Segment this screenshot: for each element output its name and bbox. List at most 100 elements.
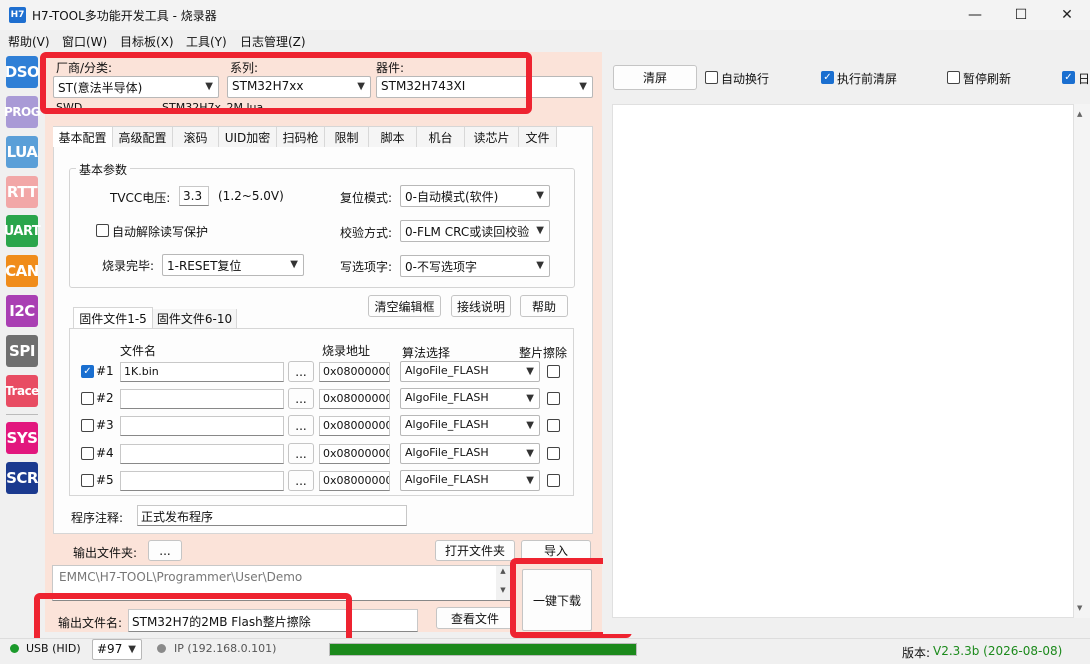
file-algorithm-select[interactable]: AlgoFile_FLASH ▼	[400, 470, 540, 491]
tvcc-input[interactable]: 3.3	[179, 186, 209, 206]
col-filename: 文件名	[120, 344, 157, 358]
reset-mode-select[interactable]: 0-自动模式(软件) ▼	[400, 185, 550, 207]
menu-window[interactable]: 窗口(W)	[62, 33, 107, 50]
unprotect-checkbox[interactable]	[96, 224, 109, 237]
pause-refresh-checkbox[interactable]	[947, 71, 960, 84]
version-label: 版本:	[902, 646, 931, 660]
file-address-input[interactable]: 0x08000000	[319, 444, 390, 464]
path-scrollbar[interactable]: ▲ ▼	[496, 566, 510, 600]
tab-scanner[interactable]: 扫码枪	[277, 127, 325, 147]
file-address-input[interactable]: 0x08000000	[319, 471, 390, 491]
chevron-down-icon: ▼	[526, 448, 534, 459]
file-enable-checkbox[interactable]	[81, 447, 94, 460]
file-row-index: #2	[96, 391, 114, 405]
file-name-input[interactable]: 1K.bin	[120, 362, 284, 382]
sidebar-dso-button[interactable]: DSO	[5, 56, 40, 88]
help-button[interactable]: 帮助	[520, 295, 568, 317]
file-address-input[interactable]: 0x08000000	[319, 416, 390, 436]
file-name-input[interactable]	[120, 389, 284, 409]
menu-target[interactable]: 目标板(X)	[120, 33, 174, 50]
verify-select[interactable]: 0-FLM CRC或读回校验 ▼	[400, 220, 550, 242]
tab-machine[interactable]: 机台	[417, 127, 465, 147]
sidebar-scr-button[interactable]: SCR	[6, 462, 38, 494]
file-browse-button[interactable]: ...	[288, 415, 314, 436]
file-algorithm-select[interactable]: AlgoFile_FLASH ▼	[400, 361, 540, 382]
sidebar-rtt-button[interactable]: RTT	[6, 176, 38, 208]
open-folder-button[interactable]: 打开文件夹	[435, 540, 515, 561]
file-browse-button[interactable]: ...	[288, 470, 314, 491]
file-browse-button[interactable]: ...	[288, 388, 314, 409]
file-browse-button[interactable]: ...	[288, 361, 314, 382]
clear-editor-button[interactable]: 清空编辑框	[368, 295, 441, 317]
log-output[interactable]	[612, 104, 1074, 618]
sidebar-i2c-button[interactable]: I2C	[6, 295, 38, 327]
note-input[interactable]: 正式发布程序	[137, 505, 407, 526]
close-button[interactable]: ✕	[1044, 0, 1090, 30]
device-number-select[interactable]: #97 ▼	[92, 639, 142, 660]
file-browse-button[interactable]: ...	[288, 443, 314, 464]
chip-erase-checkbox[interactable]	[547, 474, 560, 487]
sidebar-can-button[interactable]: CAN	[5, 255, 39, 287]
sidebar-prog-button[interactable]: PROG	[4, 96, 41, 128]
file-address-input[interactable]: 0x08000000	[319, 389, 390, 409]
tab-firmware-1-5[interactable]: 固件文件1-5	[73, 307, 153, 328]
file-algorithm-select[interactable]: AlgoFile_FLASH ▼	[400, 388, 540, 409]
chevron-down-icon: ▼	[290, 259, 298, 270]
tab-limit[interactable]: 限制	[325, 127, 369, 147]
minimize-button[interactable]: —	[952, 0, 998, 30]
file-enable-checkbox[interactable]: ✓	[81, 365, 94, 378]
note-label: 程序注释:	[71, 511, 124, 525]
view-file-button[interactable]: 查看文件	[436, 607, 514, 629]
file-name-input[interactable]	[120, 471, 284, 491]
option-bytes-select[interactable]: 0-不写选项字 ▼	[400, 255, 550, 277]
file-name-input[interactable]	[120, 444, 284, 464]
log-scrollbar[interactable]: ▲ ▼	[1074, 104, 1090, 618]
file-algorithm-value: AlgoFile_FLASH	[405, 391, 489, 404]
file-enable-checkbox[interactable]	[81, 474, 94, 487]
file-enable-checkbox[interactable]	[81, 392, 94, 405]
progress-fill	[330, 644, 636, 655]
file-address-input[interactable]: 0x08000000	[319, 362, 390, 382]
output-folder-browse-button[interactable]: ...	[148, 540, 182, 561]
tab-firmware-6-10[interactable]: 固件文件6-10	[153, 309, 237, 328]
finish-value: 1-RESET复位	[167, 259, 242, 273]
file-row-index: #5	[96, 473, 114, 487]
clear-before-checkbox[interactable]: ✓	[821, 71, 834, 84]
chip-erase-checkbox[interactable]	[547, 392, 560, 405]
file-algorithm-select[interactable]: AlgoFile_FLASH ▼	[400, 443, 540, 464]
finish-select[interactable]: 1-RESET复位 ▼	[162, 254, 304, 276]
clear-log-button[interactable]: 清屏	[613, 65, 697, 90]
usb-status-text: USB (HID)	[26, 642, 81, 655]
chip-erase-checkbox[interactable]	[547, 419, 560, 432]
sidebar-lua-button[interactable]: LUA	[6, 136, 38, 168]
sidebar-uart-button[interactable]: UART	[4, 215, 41, 247]
menu-help[interactable]: 帮助(V)	[8, 33, 50, 50]
wiring-guide-button[interactable]: 接线说明	[451, 295, 511, 317]
sidebar-trace-button[interactable]: Trace	[5, 375, 39, 407]
tab-file[interactable]: 文件	[519, 127, 557, 147]
tab-basic-config[interactable]: 基本配置	[53, 127, 113, 147]
log-option-checkbox[interactable]: ✓	[1062, 71, 1075, 84]
sidebar-spi-button[interactable]: SPI	[6, 335, 38, 367]
tab-rolling-code[interactable]: 滚码	[173, 127, 219, 147]
col-address: 烧录地址	[322, 344, 371, 358]
sidebar-sys-button[interactable]: SYS	[6, 422, 38, 454]
file-algorithm-select[interactable]: AlgoFile_FLASH ▼	[400, 415, 540, 436]
tab-advanced-config[interactable]: 高级配置	[113, 127, 173, 147]
file-name-input[interactable]	[120, 416, 284, 436]
chip-erase-checkbox[interactable]	[547, 447, 560, 460]
tab-read-chip[interactable]: 读芯片	[465, 127, 519, 147]
app-icon: H7	[9, 7, 26, 23]
auto-wrap-checkbox[interactable]	[705, 71, 718, 84]
log-option-label: 日	[1078, 72, 1090, 86]
file-enable-checkbox[interactable]	[81, 419, 94, 432]
tab-script[interactable]: 脚本	[369, 127, 417, 147]
menu-log[interactable]: 日志管理(Z)	[240, 33, 306, 50]
version-text: V2.3.3b (2026-08-08)	[933, 644, 1063, 658]
chevron-down-icon: ▼	[128, 644, 136, 655]
scroll-up-icon: ▲	[500, 567, 506, 575]
menu-tools[interactable]: 工具(Y)	[186, 33, 227, 50]
chip-erase-checkbox[interactable]	[547, 365, 560, 378]
maximize-button[interactable]: ☐	[998, 0, 1044, 30]
tab-uid-encrypt[interactable]: UID加密	[219, 127, 277, 147]
